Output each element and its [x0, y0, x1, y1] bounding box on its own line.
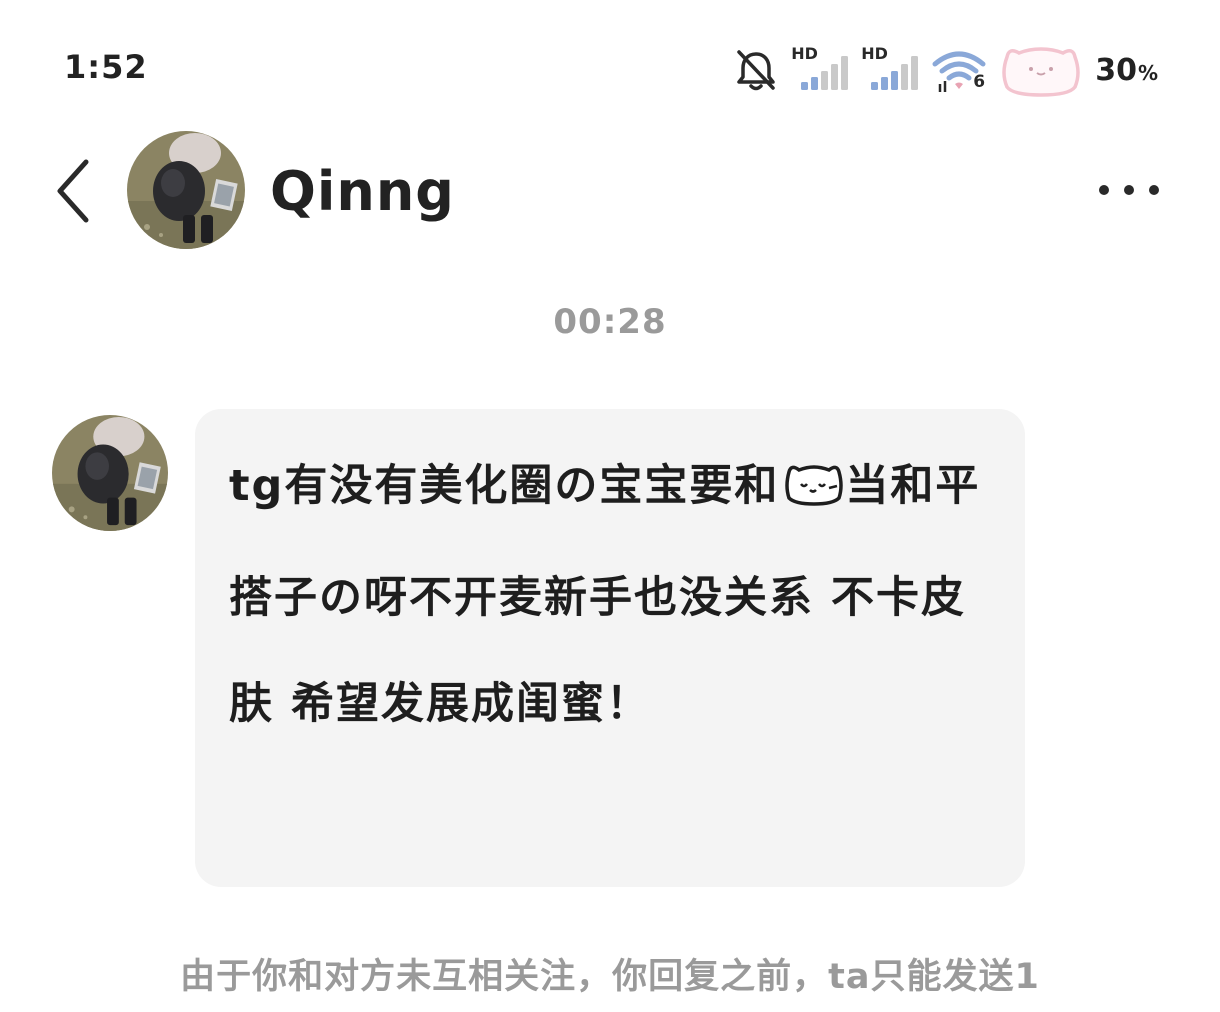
- battery-percent: 30: [1095, 52, 1137, 88]
- wifi-label: 6: [973, 72, 986, 92]
- message-timestamp: 00:28: [553, 302, 667, 342]
- follow-restriction-notice: 由于你和对方未互相关注，你回复之前，ta只能发送1: [180, 957, 1040, 997]
- battery-level: 30%: [1095, 53, 1158, 88]
- message-text-part-1: tg有没有美化圈の宝宝要和: [229, 461, 780, 511]
- message-text: tg有没有美化圈の宝宝要和 当和平搭子の呀不开麦新手也没关系 不卡皮肤 希望发展…: [229, 433, 989, 757]
- bell-muted-icon: [733, 46, 779, 94]
- back-button[interactable]: [50, 156, 100, 226]
- signal-hd-icon: HD: [861, 44, 919, 94]
- message-bubble[interactable]: tg有没有美化圈の宝宝要和 当和平搭子の呀不开麦新手也没关系 不卡皮肤 希望发展…: [195, 409, 1025, 887]
- status-icons: HD HD 6 30 %: [733, 43, 1158, 97]
- ellipsis-icon: [1099, 185, 1159, 195]
- more-button[interactable]: [1094, 172, 1164, 208]
- contact-avatar[interactable]: [127, 131, 245, 249]
- cat-face-emoji-icon: [783, 439, 845, 545]
- contact-name[interactable]: Qinng: [270, 160, 455, 223]
- wifi-6-icon: 6: [931, 46, 987, 94]
- cat-face-sticker-icon: [999, 43, 1083, 97]
- chat-screen: 1:52 HD HD 6 30 % Qinng 00:28 tg有没有美化圈の宝…: [0, 0, 1220, 1012]
- avatar-photo-icon: [127, 131, 245, 249]
- chat-header: Qinng: [0, 128, 1220, 252]
- avatar-photo-icon: [52, 415, 168, 531]
- status-time: 1:52: [64, 48, 148, 86]
- message-sender-avatar[interactable]: [52, 415, 168, 531]
- chevron-left-icon: [57, 159, 89, 223]
- battery-unit: %: [1137, 60, 1158, 85]
- signal-hd-icon: HD: [791, 44, 849, 94]
